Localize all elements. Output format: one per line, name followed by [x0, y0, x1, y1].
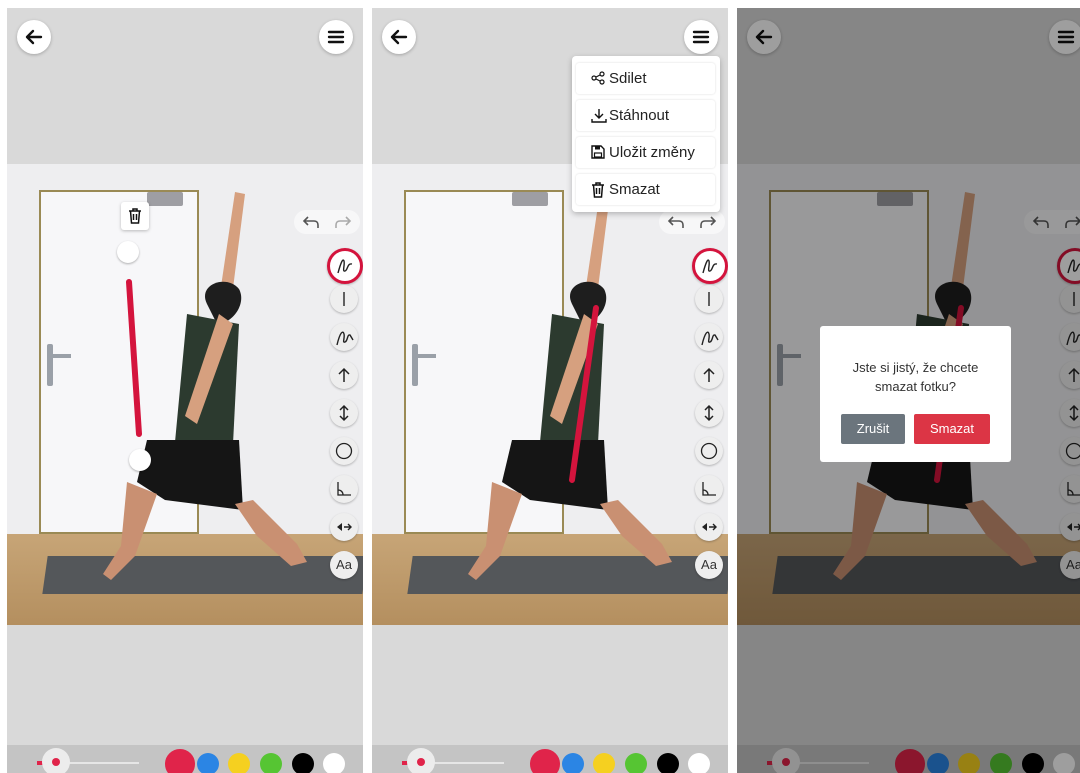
menu-item-share[interactable]: Sdilet: [576, 63, 715, 94]
tool-arrow[interactable]: [695, 361, 723, 389]
trash-icon: [129, 208, 141, 224]
angle-icon: [702, 482, 716, 496]
dialog-message: Jste si jistý, že chcete smazat fotku?: [852, 360, 979, 394]
double-arrow-icon: [704, 404, 714, 422]
color-swatch-black[interactable]: [657, 753, 679, 773]
editor-screen-delete-dialog: Aa Jste si jistý, že chcete smazat fotku…: [737, 8, 1080, 773]
menu-button[interactable]: [684, 20, 718, 54]
undo-redo-group: [659, 210, 725, 234]
color-swatch-green[interactable]: [625, 753, 647, 773]
tool-double-curve[interactable]: [695, 323, 723, 351]
drawn-line[interactable]: [126, 279, 142, 437]
tool-straight-line[interactable]: [695, 285, 723, 313]
tool-circle[interactable]: [695, 437, 723, 465]
menu-item-download[interactable]: Stáhnout: [576, 100, 715, 131]
editor-screen-line-selected: Aa: [7, 8, 363, 773]
download-icon: [591, 109, 607, 123]
arrow-up-icon: [703, 367, 715, 382]
redo-icon[interactable]: [699, 214, 717, 230]
color-swatch-yellow[interactable]: [228, 753, 250, 773]
menu-item-label: Uložit změny: [609, 144, 695, 161]
stroke-width-dot: [417, 758, 425, 766]
color-swatch-red[interactable]: [530, 749, 560, 773]
color-swatch-yellow[interactable]: [593, 753, 615, 773]
line-end-handle[interactable]: [129, 449, 151, 471]
menu-item-delete[interactable]: Smazat: [576, 174, 715, 205]
bottom-toolbar: [7, 745, 363, 773]
back-button[interactable]: [382, 20, 416, 54]
menu-item-label: Smazat: [609, 181, 660, 198]
menu-item-save[interactable]: Uložit změny: [576, 137, 715, 168]
double-curve-icon: [701, 331, 719, 346]
tool-double-arrow[interactable]: [695, 399, 723, 427]
color-swatch-red[interactable]: [165, 749, 195, 773]
drawn-line-layer: [126, 279, 142, 437]
tool-eye-arrow[interactable]: [695, 513, 723, 541]
arrow-left-icon: [390, 29, 408, 45]
color-swatch-white[interactable]: [688, 753, 710, 773]
tool-text[interactable]: Aa: [695, 551, 723, 579]
delete-confirm-dialog: Jste si jistý, že chcete smazat fotku? Z…: [820, 326, 1011, 462]
tool-angle[interactable]: [695, 475, 723, 503]
tool-freehand[interactable]: [692, 248, 728, 284]
menu-item-label: Sdilet: [609, 70, 647, 87]
cancel-button[interactable]: Zrušit: [841, 414, 905, 444]
bottom-toolbar: [372, 745, 728, 773]
options-menu: Sdilet Stáhnout Uložit změny Smazat: [572, 56, 720, 212]
editor-screen-menu-open: Aa Sdilet Stáhnout Uložit změny Smazat: [372, 8, 728, 773]
undo-icon[interactable]: [667, 214, 685, 230]
freehand-curve-icon: [702, 259, 718, 274]
eye-arrow-icon: [702, 523, 717, 531]
line-start-handle[interactable]: [117, 241, 139, 263]
text-tool-label: Aa: [701, 557, 717, 572]
trash-icon: [592, 182, 604, 198]
save-icon: [591, 145, 605, 159]
color-swatch-green[interactable]: [260, 753, 282, 773]
stroke-width-dot: [52, 758, 60, 766]
share-icon: [591, 71, 605, 85]
hamburger-menu-icon: [692, 30, 710, 44]
color-swatch-black[interactable]: [292, 753, 314, 773]
drawn-line[interactable]: [569, 305, 599, 483]
color-swatch-white[interactable]: [323, 753, 345, 773]
color-swatch-blue[interactable]: [197, 753, 219, 773]
color-swatch-blue[interactable]: [562, 753, 584, 773]
circle-icon: [700, 442, 718, 460]
delete-line-button[interactable]: [121, 202, 149, 230]
confirm-delete-button[interactable]: Smazat: [914, 414, 990, 444]
straight-line-icon: [708, 292, 710, 306]
menu-item-label: Stáhnout: [609, 107, 670, 124]
